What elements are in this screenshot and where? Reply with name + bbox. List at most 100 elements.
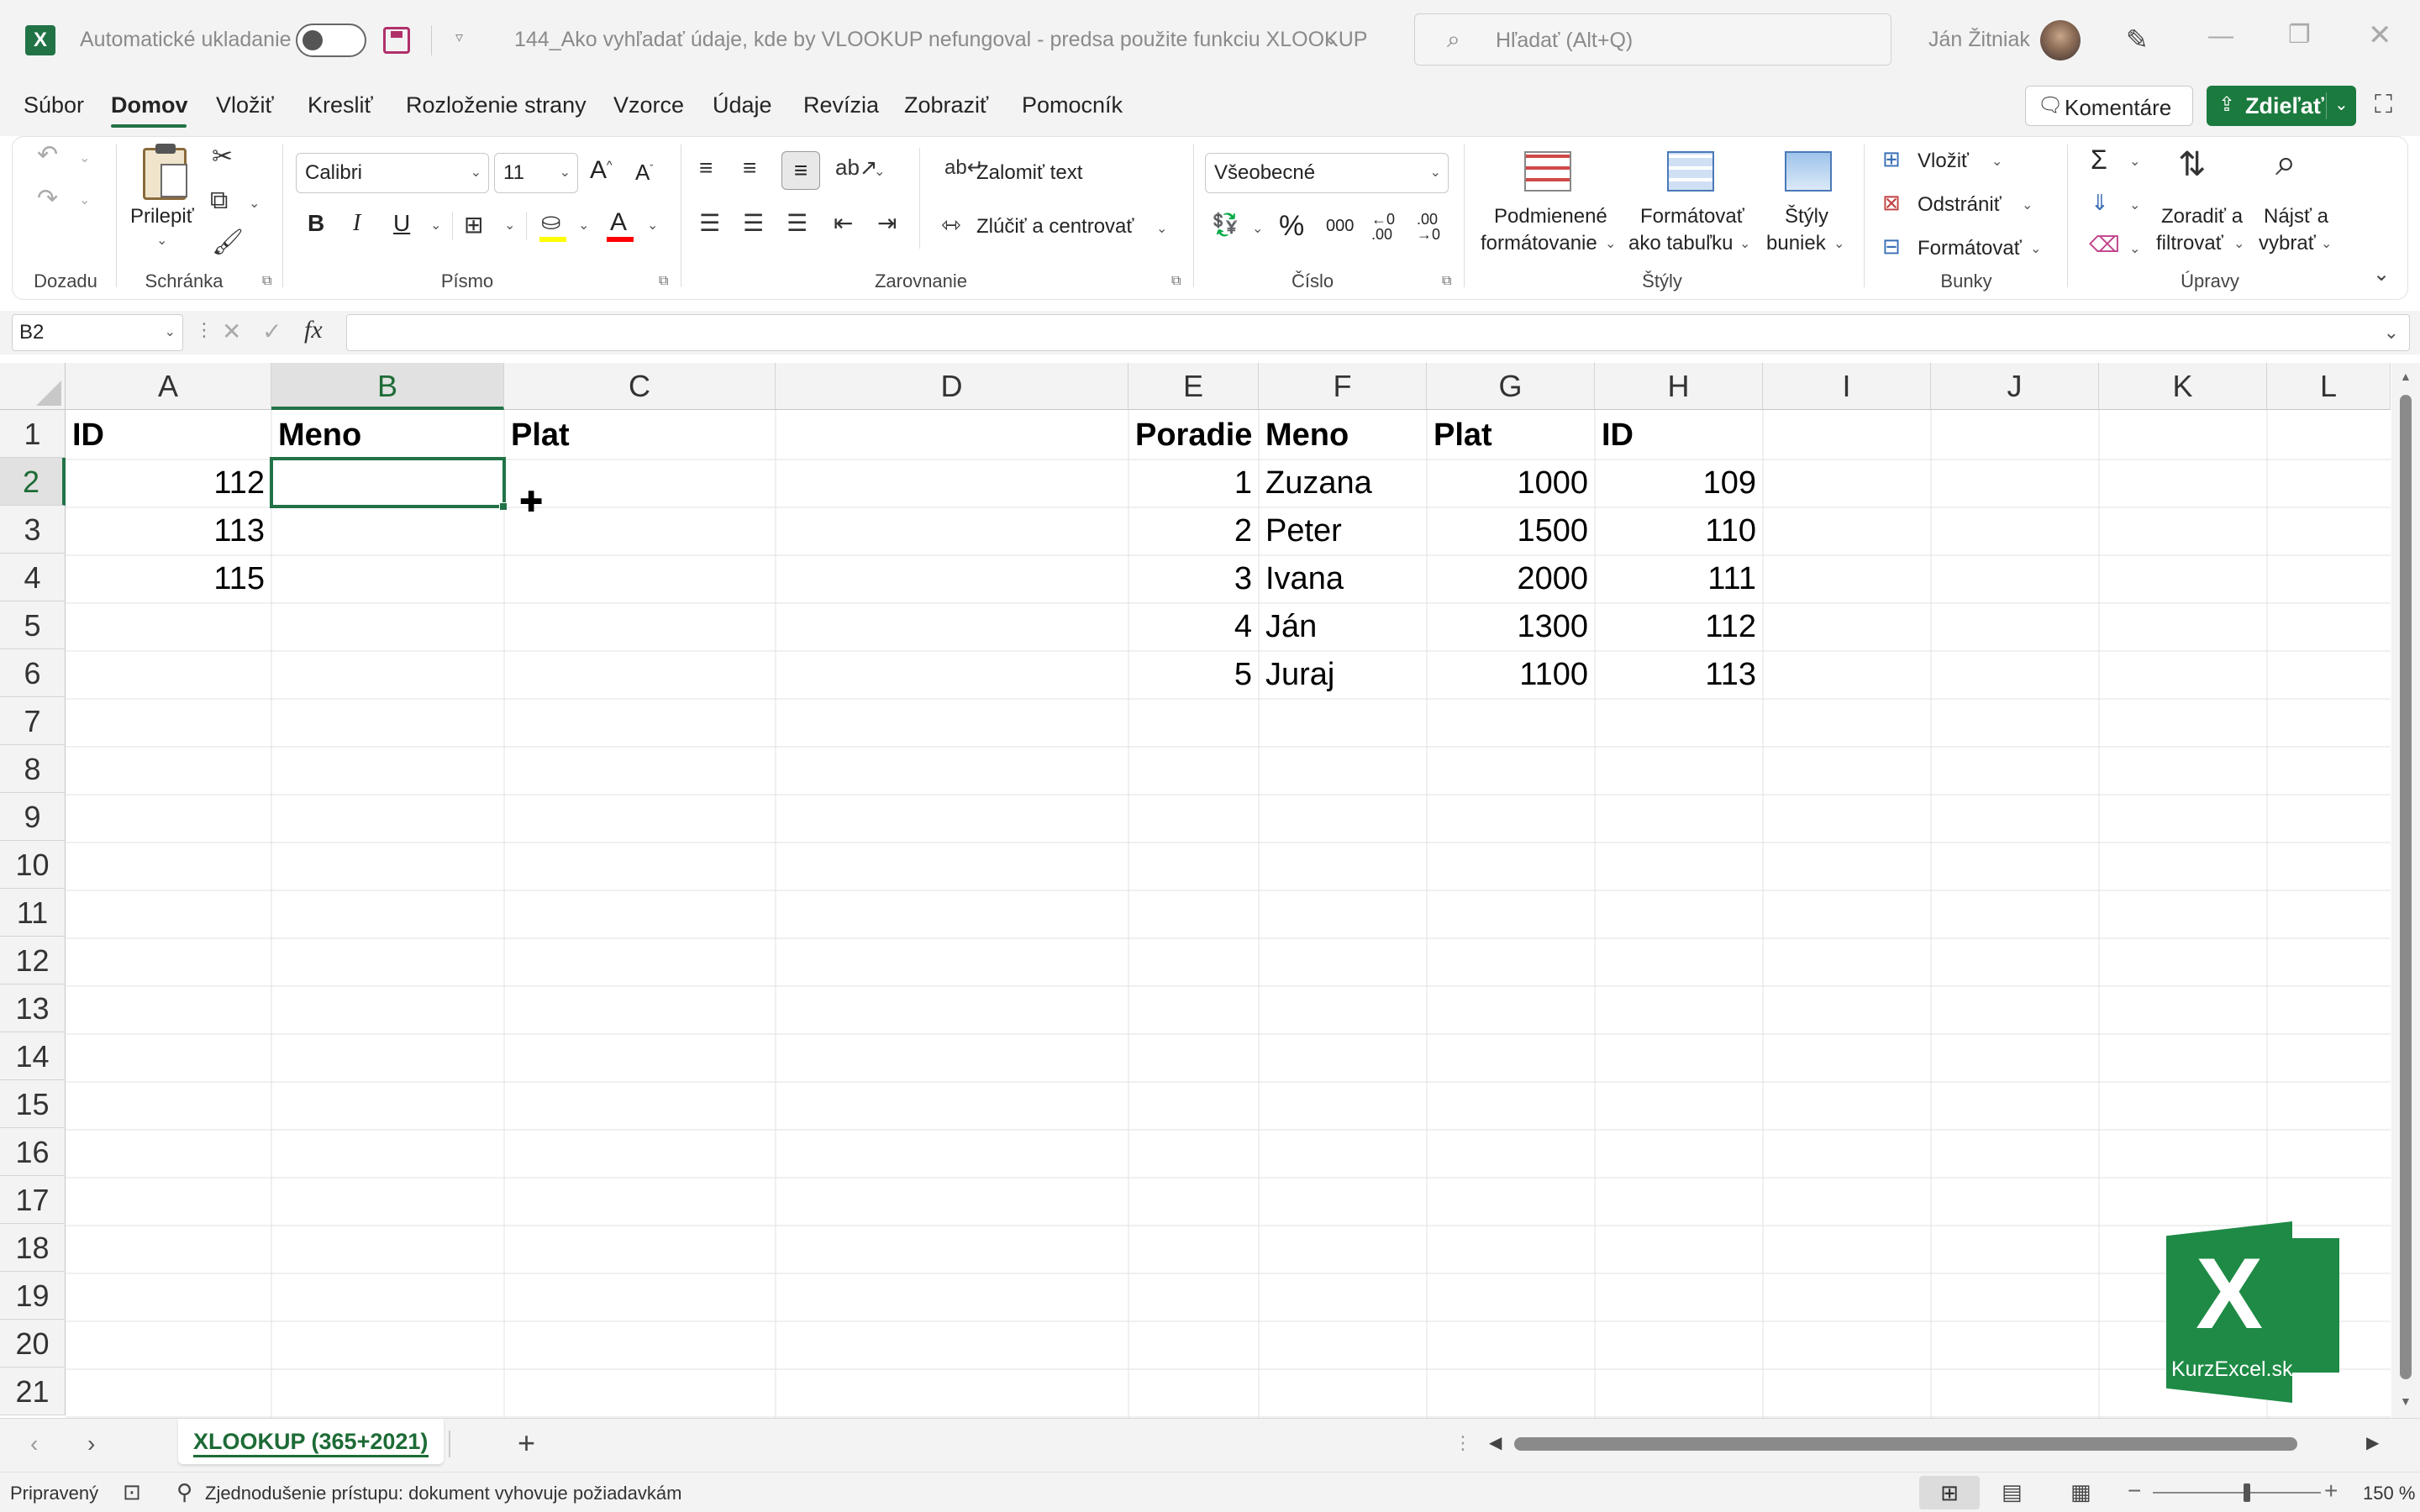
- row-header-21[interactable]: 21: [0, 1368, 66, 1415]
- font-name-dropdown[interactable]: Calibri ⌄: [296, 153, 489, 193]
- insert-cells-icon[interactable]: ⊞: [1882, 148, 1901, 170]
- cancel-formula-icon[interactable]: ✕: [222, 318, 241, 345]
- cell-h6[interactable]: 113: [1597, 651, 1761, 699]
- merge-center-dropdown-icon[interactable]: ⌄: [1156, 220, 1167, 237]
- cell-g6[interactable]: 1100: [1428, 651, 1593, 699]
- number-format-dropdown[interactable]: Všeobecné ⌄: [1205, 153, 1449, 193]
- borders-dropdown-icon[interactable]: ⌄: [504, 217, 515, 234]
- row-header-5[interactable]: 5: [0, 601, 66, 649]
- find-select-dropdown-icon[interactable]: ⌄: [2321, 235, 2332, 252]
- merge-center-button[interactable]: Zlúčiť a centrovať: [976, 215, 1134, 239]
- undo-dropdown-icon[interactable]: ⌄: [79, 150, 90, 166]
- row-header-2[interactable]: 2: [0, 458, 66, 506]
- row-header-4[interactable]: 4: [0, 554, 66, 601]
- menu-home[interactable]: Domov: [111, 92, 188, 118]
- column-header-j[interactable]: J: [1931, 363, 2099, 410]
- cell-e5[interactable]: 4: [1130, 603, 1257, 651]
- autosum-dropdown-icon[interactable]: ⌄: [2129, 153, 2140, 170]
- scroll-left-icon[interactable]: ◀: [1489, 1432, 1502, 1453]
- select-all-corner[interactable]: [0, 363, 66, 410]
- cell-a4[interactable]: 115: [67, 555, 270, 603]
- close-icon[interactable]: ✕: [2368, 18, 2392, 52]
- format-cells-icon[interactable]: ⊟: [1882, 235, 1901, 257]
- format-as-table-line2[interactable]: ako tabuľku: [1628, 232, 1733, 255]
- cell-f3[interactable]: Peter: [1260, 507, 1425, 555]
- confirm-formula-icon[interactable]: ✓: [262, 318, 281, 345]
- active-cell-b2[interactable]: [270, 457, 506, 508]
- row-header-11[interactable]: 11: [0, 889, 66, 937]
- cell-styles-dropdown-icon[interactable]: ⌄: [1833, 235, 1844, 252]
- cell-e1[interactable]: Poradie: [1130, 412, 1257, 459]
- menu-view[interactable]: Zobraziť: [904, 92, 988, 118]
- pen-icon[interactable]: ✎: [2126, 24, 2149, 55]
- row-header-9[interactable]: 9: [0, 793, 66, 841]
- formula-input[interactable]: ⌄: [346, 314, 2410, 351]
- decrease-indent-icon[interactable]: ⇤: [834, 212, 853, 235]
- search-box[interactable]: ⌕ Hľadať (Alt+Q): [1414, 13, 1891, 66]
- merge-center-icon[interactable]: ⇿: [941, 213, 960, 237]
- paste-label[interactable]: Prilepiť: [130, 205, 194, 228]
- underline-dropdown-icon[interactable]: ⌄: [430, 217, 441, 234]
- decrease-decimal-icon[interactable]: .00 →0: [1417, 212, 1440, 242]
- copy-icon[interactable]: ⧉: [210, 188, 228, 213]
- cell-a2[interactable]: 112: [67, 459, 270, 507]
- sort-filter-line2[interactable]: filtrovať: [2156, 232, 2223, 255]
- page-break-view-icon[interactable]: ▦: [2070, 1479, 2091, 1505]
- accounting-format-icon[interactable]: 💱: [1212, 213, 1239, 235]
- align-middle-icon[interactable]: ≡: [743, 156, 756, 180]
- align-right-icon[interactable]: ☰: [786, 212, 808, 235]
- increase-indent-icon[interactable]: ⇥: [877, 212, 897, 235]
- cell-f5[interactable]: Ján: [1260, 603, 1425, 651]
- align-bottom-icon[interactable]: ≡: [781, 151, 820, 190]
- clear-icon[interactable]: ⌫: [2089, 234, 2120, 255]
- column-header-h[interactable]: H: [1595, 363, 1763, 410]
- conditional-formatting-line2[interactable]: formátovanie: [1481, 232, 1597, 255]
- insert-function-icon[interactable]: fx: [304, 316, 323, 344]
- cell-h1[interactable]: ID: [1597, 412, 1761, 459]
- format-as-table-icon[interactable]: [1667, 151, 1714, 192]
- cell-h4[interactable]: 111: [1597, 555, 1761, 603]
- italic-icon[interactable]: I: [353, 210, 360, 237]
- row-header-6[interactable]: 6: [0, 649, 66, 697]
- cell-h5[interactable]: 112: [1597, 603, 1761, 651]
- horizontal-scrollbar[interactable]: ◀ ▶: [1489, 1431, 2386, 1457]
- row-header-1[interactable]: 1: [0, 410, 66, 458]
- alignment-dialog-launcher-icon[interactable]: ⧉: [1171, 274, 1181, 289]
- scroll-up-icon[interactable]: ▲: [2400, 370, 2412, 383]
- vertical-scrollbar[interactable]: ▲ ▼: [2391, 363, 2420, 1418]
- font-color-icon[interactable]: A: [610, 208, 627, 237]
- prev-sheet-icon[interactable]: ‹: [30, 1431, 38, 1457]
- row-header-16[interactable]: 16: [0, 1128, 66, 1176]
- redo-dropdown-icon[interactable]: ⌄: [79, 192, 90, 208]
- cell-e6[interactable]: 5: [1130, 651, 1257, 699]
- tab-split-handle[interactable]: ⋮: [1454, 1432, 1472, 1454]
- zoom-slider[interactable]: [2153, 1483, 2321, 1502]
- bold-icon[interactable]: B: [308, 210, 324, 237]
- fill-color-icon[interactable]: ⛀: [541, 210, 560, 234]
- comments-button[interactable]: 🗨 Komentáre: [2025, 86, 2193, 126]
- find-select-icon[interactable]: ⌕: [2275, 144, 2296, 181]
- add-sheet-icon[interactable]: +: [518, 1425, 535, 1461]
- delete-cells-button[interactable]: Odstrániť: [1918, 193, 2002, 217]
- format-as-table-dropdown-icon[interactable]: ⌄: [1739, 235, 1750, 252]
- name-box[interactable]: B2 ⌄: [12, 314, 183, 351]
- coauthor-icon[interactable]: ⛶: [2375, 91, 2392, 119]
- delete-cells-dropdown-icon[interactable]: ⌄: [2022, 197, 2033, 213]
- column-header-d[interactable]: D: [776, 363, 1128, 410]
- menu-help[interactable]: Pomocník: [1022, 92, 1123, 118]
- restore-icon[interactable]: ❐: [2288, 20, 2311, 50]
- cell-f6[interactable]: Juraj: [1260, 651, 1425, 699]
- menu-formulas[interactable]: Vzorce: [613, 92, 684, 118]
- page-layout-view-icon[interactable]: ▤: [2002, 1479, 2023, 1505]
- zoom-slider-thumb[interactable]: [2244, 1483, 2250, 1502]
- menu-review[interactable]: Revízia: [803, 92, 879, 118]
- cell-c1[interactable]: Plat: [506, 412, 774, 459]
- customize-quick-access-icon[interactable]: ▿: [455, 29, 463, 46]
- find-select-line2[interactable]: vybrať: [2259, 232, 2316, 255]
- cut-icon[interactable]: ✂: [212, 144, 233, 170]
- cell-styles-line1[interactable]: Štýly: [1785, 205, 1828, 228]
- cell-g1[interactable]: Plat: [1428, 412, 1593, 459]
- minimize-icon[interactable]: —: [2208, 22, 2233, 50]
- row-header-7[interactable]: 7: [0, 697, 66, 745]
- format-cells-button[interactable]: Formátovať: [1918, 237, 2022, 260]
